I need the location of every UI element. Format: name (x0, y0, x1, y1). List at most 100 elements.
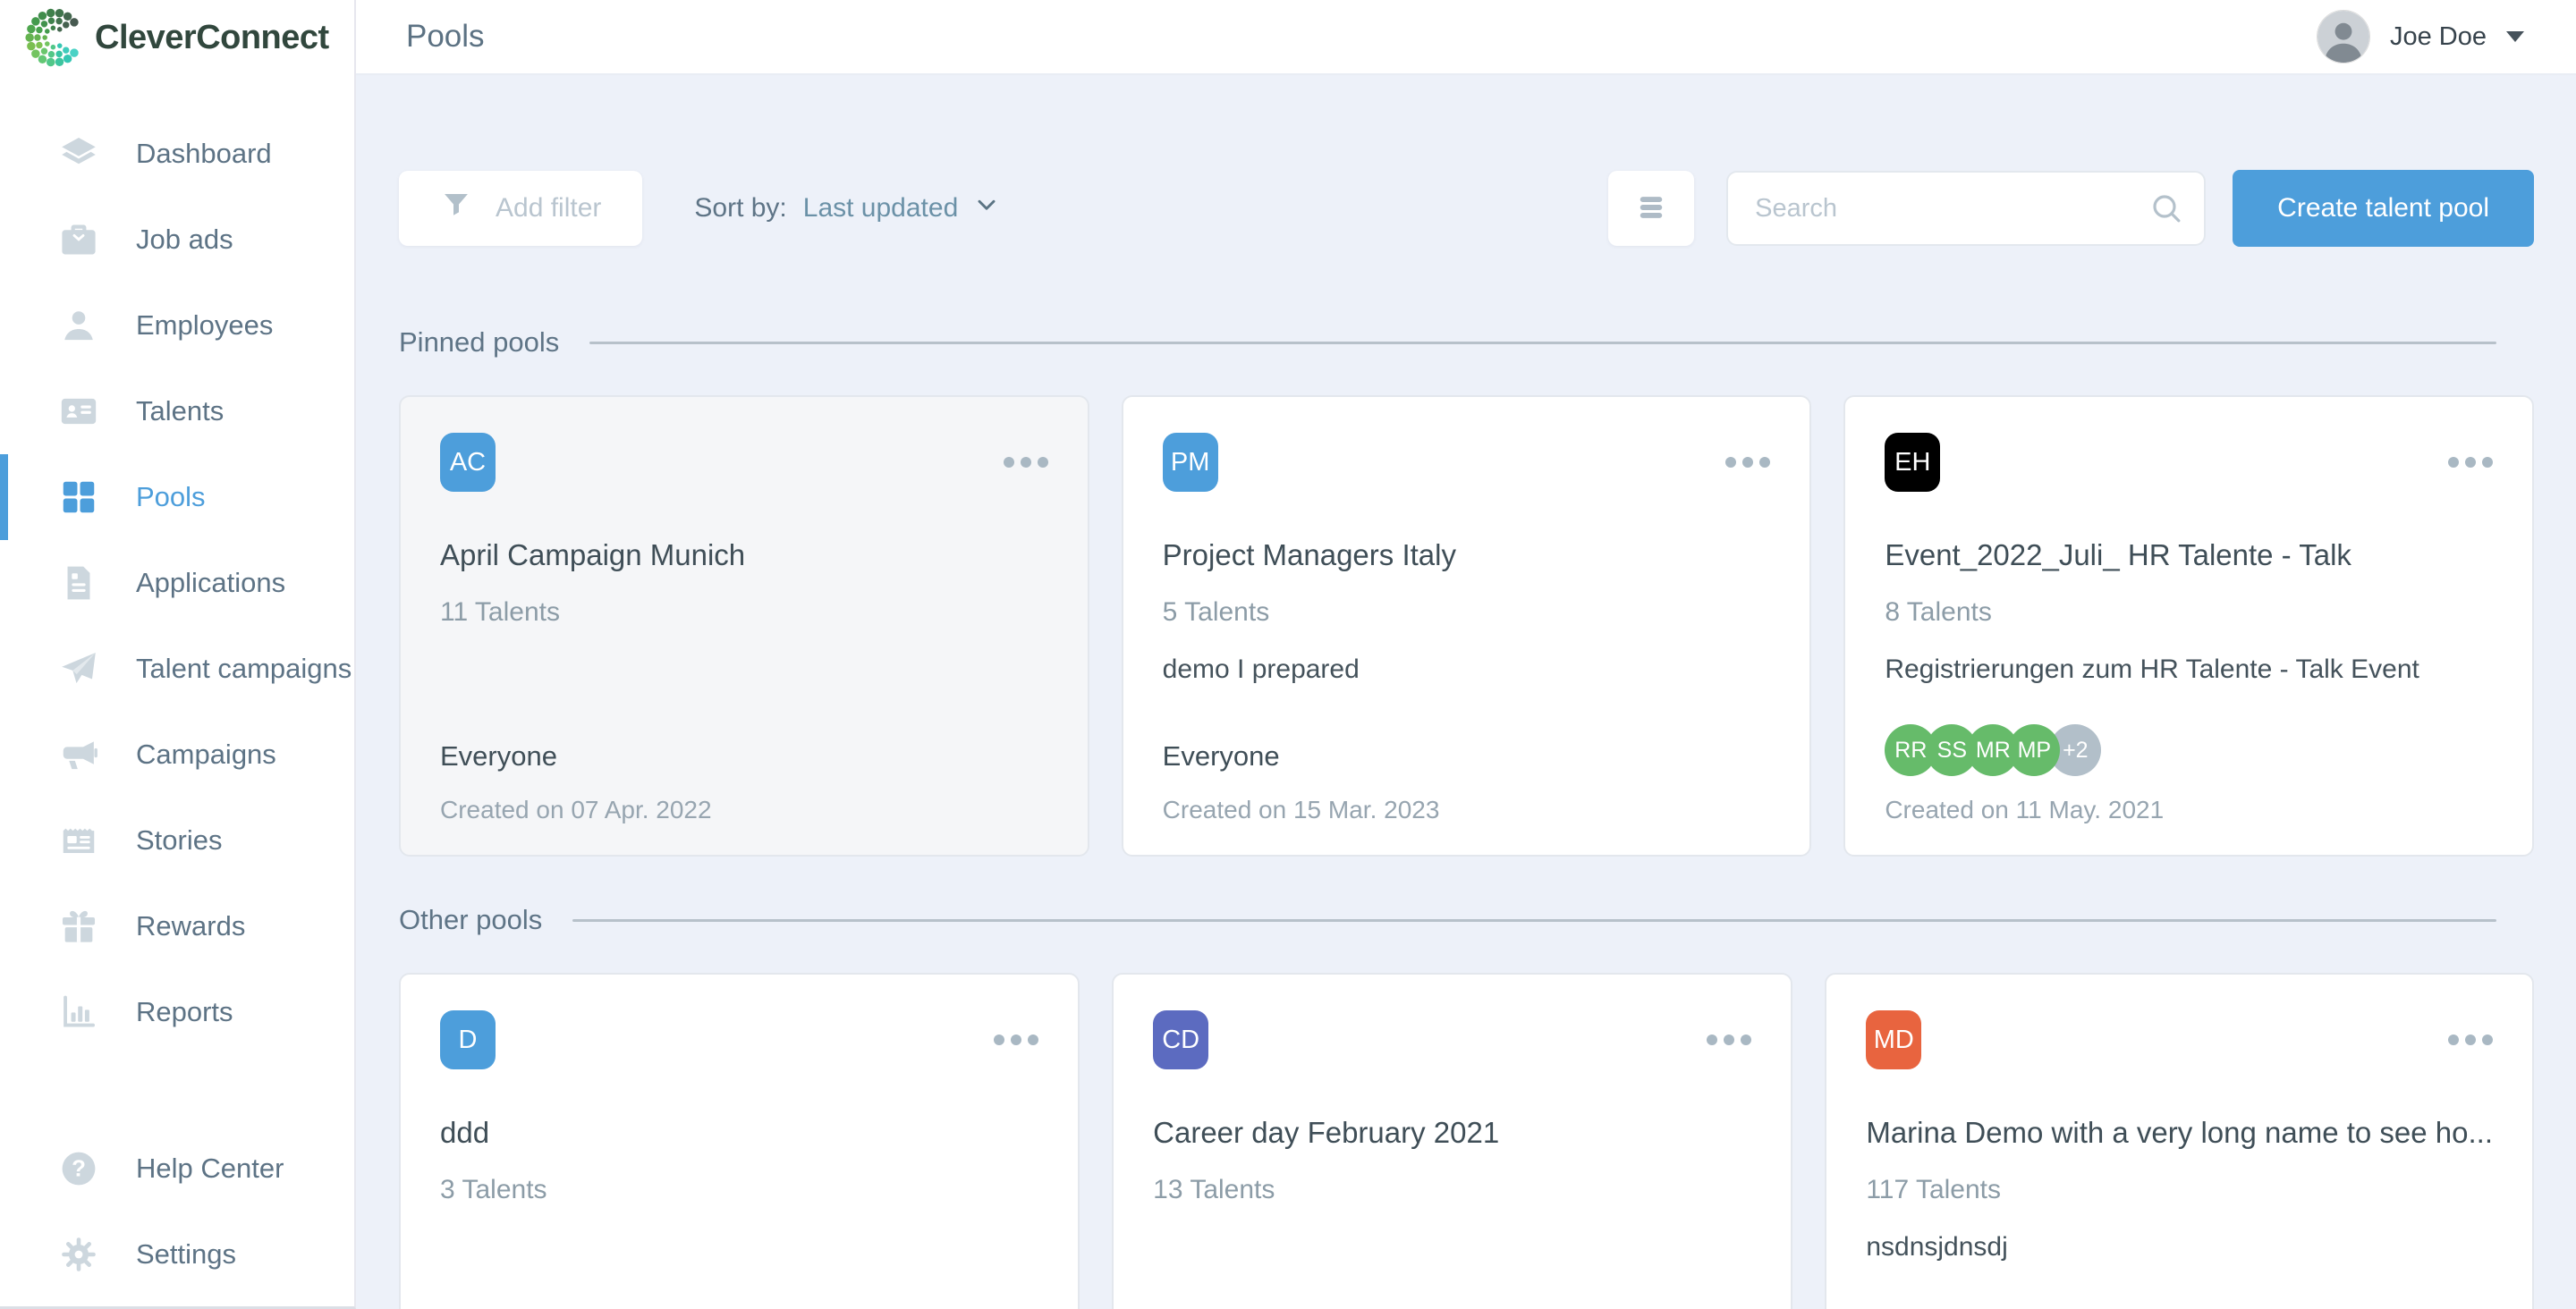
card-actions (1686, 452, 1771, 473)
svg-text:?: ? (72, 1156, 86, 1181)
add-filter-button[interactable]: Add filter (399, 171, 643, 246)
search-input[interactable] (1726, 171, 2207, 246)
add-filter-label: Add filter (496, 193, 602, 223)
pool-created-date: Created on 15 Mar. 2023 (1162, 796, 1440, 823)
page-title: Pools (406, 19, 485, 54)
sidebar-item-label: Job ads (136, 224, 233, 255)
help-circle-icon: ? (57, 1147, 100, 1190)
more-options-button[interactable] (1003, 452, 1048, 473)
sidebar-item-job-ads[interactable]: Job ads (0, 197, 354, 283)
search-box (1726, 171, 2207, 246)
sidebar-item-help-center[interactable]: ? Help Center (0, 1126, 354, 1212)
card-top: MD (1866, 1010, 2493, 1069)
pool-created-date: Created on 11 May. 2021 (1885, 796, 2165, 823)
megaphone-icon (57, 733, 100, 776)
pool-avatar: EH (1885, 433, 1941, 492)
section-divider (572, 918, 2496, 922)
pool-avatar: CD (1153, 1010, 1209, 1069)
sidebar-item-label: Rewards (136, 910, 246, 942)
cards-grid: D ddd 3 Talents CD Career day February 2… (399, 973, 2534, 1309)
layers-icon (57, 132, 100, 175)
more-options-button[interactable] (2448, 452, 2493, 473)
gift-icon (57, 905, 100, 948)
card-top: PM (1162, 433, 1771, 492)
pool-title: Marina Demo with a very long name to see… (1866, 1116, 2493, 1149)
sidebar-item-label: Reports (136, 996, 233, 1027)
brand-logo-icon (25, 8, 84, 67)
sidebar-item-stories[interactable]: Stories (0, 798, 354, 883)
more-options-button[interactable] (1725, 452, 1771, 473)
pool-description (440, 654, 1048, 687)
sidebar-item-employees[interactable]: Employees (0, 283, 354, 368)
pool-card[interactable]: AC April Campaign Munich 11 Talents Ever… (399, 395, 1089, 857)
pool-avatar: AC (440, 433, 496, 492)
pool-card[interactable]: D ddd 3 Talents (399, 973, 1080, 1309)
id-card-icon (57, 390, 100, 433)
list-view-toggle-button[interactable] (1608, 171, 1695, 246)
more-options-button[interactable] (1707, 1029, 1752, 1051)
brand-logo[interactable]: CleverConnect (0, 0, 354, 75)
sidebar-item-label: Talents (136, 395, 225, 426)
sort-by-label: Sort by: (694, 193, 787, 223)
more-options-button[interactable] (2448, 1029, 2493, 1051)
pool-members: RR SS MR MP +2 (1885, 724, 2493, 776)
card-footer: Everyone Created on 07 Apr. 2022 (440, 740, 1048, 824)
card-top: EH (1885, 433, 2493, 492)
sidebar-item-talent-campaigns[interactable]: Talent campaigns (0, 626, 354, 712)
pool-avatar: PM (1162, 433, 1218, 492)
pool-created-date: Created on 07 Apr. 2022 (440, 796, 712, 823)
pool-visibility: Everyone (440, 740, 557, 772)
sidebar-item-label: Help Center (136, 1153, 284, 1184)
person-icon (57, 304, 100, 347)
pool-card[interactable]: MD Marina Demo with a very long name to … (1825, 973, 2534, 1309)
section-header: Pinned pools (399, 322, 2534, 363)
user-menu[interactable]: Joe Doe (2316, 10, 2524, 63)
bar-chart-icon (57, 991, 100, 1034)
sidebar-item-rewards[interactable]: Rewards (0, 883, 354, 969)
sidebar-item-talents[interactable]: Talents (0, 368, 354, 454)
card-top: D (440, 1010, 1039, 1069)
sidebar-nav: Dashboard Job ads Employees Talents Pool… (0, 75, 354, 1055)
briefcase-icon (57, 218, 100, 261)
pool-card[interactable]: CD Career day February 2021 13 Talents (1112, 973, 1793, 1309)
sidebar-item-label: Settings (136, 1238, 237, 1270)
gear-icon (57, 1233, 100, 1276)
card-actions (964, 452, 1048, 473)
pool-talents-count: 11 Talents (440, 597, 560, 627)
section-title: Pinned pools (399, 326, 560, 358)
grid-icon (57, 476, 100, 519)
pool-avatar: MD (1866, 1010, 1922, 1069)
topbar: Pools Joe Doe (356, 0, 2576, 75)
sidebar-item-dashboard[interactable]: Dashboard (0, 111, 354, 197)
pool-section: Other pools D ddd 3 Talents CD Career da… (399, 899, 2534, 1309)
member-avatar: RR (1885, 724, 1937, 776)
sidebar-item-label: Dashboard (136, 138, 272, 169)
caret-down-icon (2506, 31, 2524, 42)
sidebar-item-campaigns[interactable]: Campaigns (0, 712, 354, 798)
sort-by: Sort by: Last updated (694, 190, 1001, 226)
app-root: CleverConnect Dashboard Job ads Employee… (0, 0, 2576, 1309)
sidebar-item-settings[interactable]: Settings (0, 1212, 354, 1297)
card-footer: RR SS MR MP +2 Created on 11 May. 2021 (1885, 724, 2493, 824)
sidebar-item-applications[interactable]: Applications (0, 540, 354, 626)
more-options-button[interactable] (994, 1029, 1039, 1051)
pool-visibility: Everyone (1162, 740, 1280, 772)
pool-card[interactable]: EH Event_2022_Juli_ HR Talente - Talk 8 … (1843, 395, 2534, 857)
pool-talents-count: 5 Talents (1162, 597, 1270, 627)
pool-sections: Pinned pools AC April Campaign Munich 11… (399, 322, 2534, 1309)
sidebar-item-reports[interactable]: Reports (0, 969, 354, 1055)
pool-talents-count: 8 Talents (1885, 597, 1992, 627)
pool-section: Pinned pools AC April Campaign Munich 11… (399, 322, 2534, 857)
create-talent-pool-button[interactable]: Create talent pool (2233, 170, 2534, 247)
card-footer: Everyone Created on 15 Mar. 2023 (1163, 740, 1771, 824)
document-icon (57, 562, 100, 604)
pool-card[interactable]: PM Project Managers Italy 5 Talents demo… (1121, 395, 1812, 857)
sidebar-item-pools[interactable]: Pools (0, 454, 354, 540)
user-avatar (2316, 10, 2370, 63)
sort-dropdown[interactable]: Last updated (803, 190, 1001, 226)
pool-title: ddd (440, 1116, 490, 1149)
sidebar-item-label: Employees (136, 309, 274, 341)
sidebar-item-label: Talent campaigns (136, 653, 352, 684)
section-title: Other pools (399, 904, 543, 935)
card-actions (994, 1029, 1039, 1051)
